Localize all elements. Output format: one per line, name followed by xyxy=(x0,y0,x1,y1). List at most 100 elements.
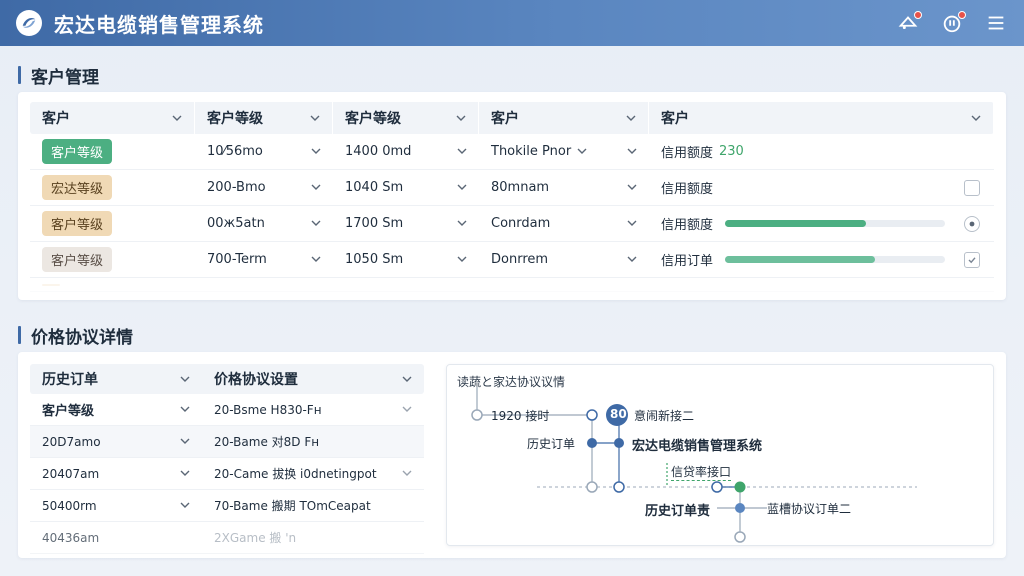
chevron-down-icon[interactable] xyxy=(627,219,637,229)
chevron-down-icon[interactable] xyxy=(457,255,467,265)
cell-value: 20D7amo xyxy=(42,434,101,449)
cell-value: 1050 Sm xyxy=(345,252,404,267)
message-icon[interactable] xyxy=(896,11,922,35)
credit-value: 230 xyxy=(719,144,744,159)
flow-node[interactable] xyxy=(586,409,598,421)
flow-node[interactable] xyxy=(613,481,625,493)
chevron-down-icon[interactable] xyxy=(971,113,981,123)
flow-node[interactable] xyxy=(586,481,598,493)
row-checkbox-checked[interactable] xyxy=(964,251,980,268)
flow-label-history-order: 历史订单责 xyxy=(645,504,711,519)
table-row[interactable]: 20407am 20-Came 拔换 i0dnetingpot xyxy=(30,458,424,490)
credit-label: 信用额度 xyxy=(661,218,714,233)
flow-label-new-node: 意闹新接二 xyxy=(634,409,695,423)
chevron-down-icon[interactable] xyxy=(311,183,321,193)
col-header-customer-2[interactable]: 客户 xyxy=(479,102,649,134)
app-title: 宏达电缆销售管理系统 xyxy=(54,12,264,37)
cell-value: 1700 Sm xyxy=(345,216,404,231)
chevron-down-icon[interactable] xyxy=(627,183,637,193)
flow-node[interactable] xyxy=(711,481,723,493)
cell-value: 20407am xyxy=(42,466,100,481)
status-badge: 客户等级 xyxy=(42,139,113,164)
flow-label-credit-port: 信贷率接口 xyxy=(671,465,732,481)
chevron-down-icon[interactable] xyxy=(402,469,412,479)
cell-value: 200-Bmo xyxy=(207,180,266,195)
power-icon[interactable] xyxy=(940,11,966,35)
col-header-price-settings[interactable]: 价格协议设置 xyxy=(202,364,424,394)
cell-value: 40436am xyxy=(42,530,100,545)
flow-node[interactable] xyxy=(587,438,597,448)
flow-node[interactable] xyxy=(614,438,624,448)
price-section-title: 价格协议详情 xyxy=(18,324,133,348)
cell-value: 20-Came 拔换 i0dnetingpot xyxy=(214,467,377,481)
logo-icon xyxy=(16,10,42,36)
credit-label: 信用额度 xyxy=(661,182,714,197)
table-row[interactable]: 40436am 2XGame 搬 'n xyxy=(30,522,424,554)
chevron-down-icon[interactable] xyxy=(180,405,190,415)
cell-value: 70-Bame 搬期 TOmCeapat xyxy=(214,499,371,513)
flow-node[interactable] xyxy=(734,531,746,543)
status-badge: 客户等级 xyxy=(42,247,113,272)
chevron-down-icon[interactable] xyxy=(180,437,190,447)
table-row-partial xyxy=(30,278,994,292)
cell-value: 20-Bsme H830-Fн xyxy=(214,402,322,417)
chevron-down-icon[interactable] xyxy=(627,147,637,157)
cell-value: 1400 0md xyxy=(345,144,412,159)
flow-badge-label: 80 xyxy=(610,407,627,421)
power-alert-dot xyxy=(958,11,966,19)
table-row[interactable]: 宏达等级 200-Bmo 1040 Sm 80mnam 信用额度 xyxy=(30,170,994,206)
chevron-down-icon[interactable] xyxy=(180,501,190,511)
table-row[interactable]: 20D7amo 20-Bame 对8D Fн xyxy=(30,426,424,458)
col-header-history-order[interactable]: 历史订单 xyxy=(30,364,202,394)
chevron-down-icon[interactable] xyxy=(180,469,190,479)
cell-value: 50400rm xyxy=(42,498,97,513)
credit-progress-fill xyxy=(725,220,866,227)
chevron-down-icon[interactable] xyxy=(310,113,320,123)
col-header-level-2[interactable]: 客户等级 xyxy=(333,102,479,134)
flow-node-active[interactable] xyxy=(734,481,746,493)
flow-label-start: 1920 接时 xyxy=(491,409,550,423)
cell-value: 客户等级 xyxy=(42,404,95,419)
row-radio[interactable] xyxy=(964,215,980,232)
customer-table: 客户 客户等级 客户等级 客户 客户 客户等级 10⁄56mo 1400 0md… xyxy=(30,102,994,292)
table-row[interactable]: 客户等级 00ж5atn 1700 Sm Conrdam 信用额度 xyxy=(30,206,994,242)
chevron-down-icon[interactable] xyxy=(180,374,190,384)
cell-value: 2XGame 搬 'n xyxy=(214,531,297,545)
table-row[interactable]: 客户等级 700-Term 1050 Sm Donrrem 信用订单 xyxy=(30,242,994,278)
top-bar: 宏达电缆销售管理系统 xyxy=(0,0,1024,46)
order-progress-bar xyxy=(725,256,946,263)
chevron-down-icon[interactable] xyxy=(577,147,587,157)
status-badge: 客户等级 xyxy=(42,211,113,236)
chevron-down-icon[interactable] xyxy=(402,374,412,384)
chevron-down-icon[interactable] xyxy=(457,183,467,193)
credit-progress-bar xyxy=(725,220,946,227)
menu-icon[interactable] xyxy=(984,11,1008,35)
col-header-level[interactable]: 客户等级 xyxy=(195,102,333,134)
cell-value: 20-Bame 对8D Fн xyxy=(214,435,320,449)
chevron-down-icon[interactable] xyxy=(627,255,637,265)
cell-value: 1040 Sm xyxy=(345,180,404,195)
price-table-header: 历史订单 价格协议设置 xyxy=(30,364,424,394)
chevron-down-icon[interactable] xyxy=(457,147,467,157)
chevron-down-icon[interactable] xyxy=(457,219,467,229)
flow-node[interactable] xyxy=(735,503,745,513)
agreement-flow-diagram: 读蔬と家达协议议情 80 1920 接时 意闹新接二 历史订单 宏达电缆销售管理… xyxy=(446,364,994,546)
col-header-customer[interactable]: 客户 xyxy=(30,102,195,134)
chevron-down-icon[interactable] xyxy=(311,255,321,265)
chevron-down-icon[interactable] xyxy=(626,113,636,123)
table-row[interactable]: 50400rm 70-Bame 搬期 TOmCeapat xyxy=(30,490,424,522)
credit-label: 信用订单 xyxy=(661,254,714,269)
chevron-down-icon[interactable] xyxy=(172,113,182,123)
cell-value: 700-Term xyxy=(207,252,267,267)
table-row[interactable]: 客户等级 20-Bsme H830-Fн xyxy=(30,394,424,426)
col-header-customer-3[interactable]: 客户 xyxy=(649,102,994,134)
table-row[interactable]: 客户等级 10⁄56mo 1400 0md Thokile Pnor 信用额度 2… xyxy=(30,134,994,170)
row-checkbox[interactable] xyxy=(964,179,980,196)
chevron-down-icon[interactable] xyxy=(402,405,412,415)
cell-value: 00ж5atn xyxy=(207,216,265,231)
chevron-down-icon[interactable] xyxy=(311,147,321,157)
cell-value: Thokile Pnor xyxy=(491,144,572,159)
flow-node[interactable] xyxy=(471,409,483,421)
chevron-down-icon[interactable] xyxy=(456,113,466,123)
chevron-down-icon[interactable] xyxy=(311,219,321,229)
